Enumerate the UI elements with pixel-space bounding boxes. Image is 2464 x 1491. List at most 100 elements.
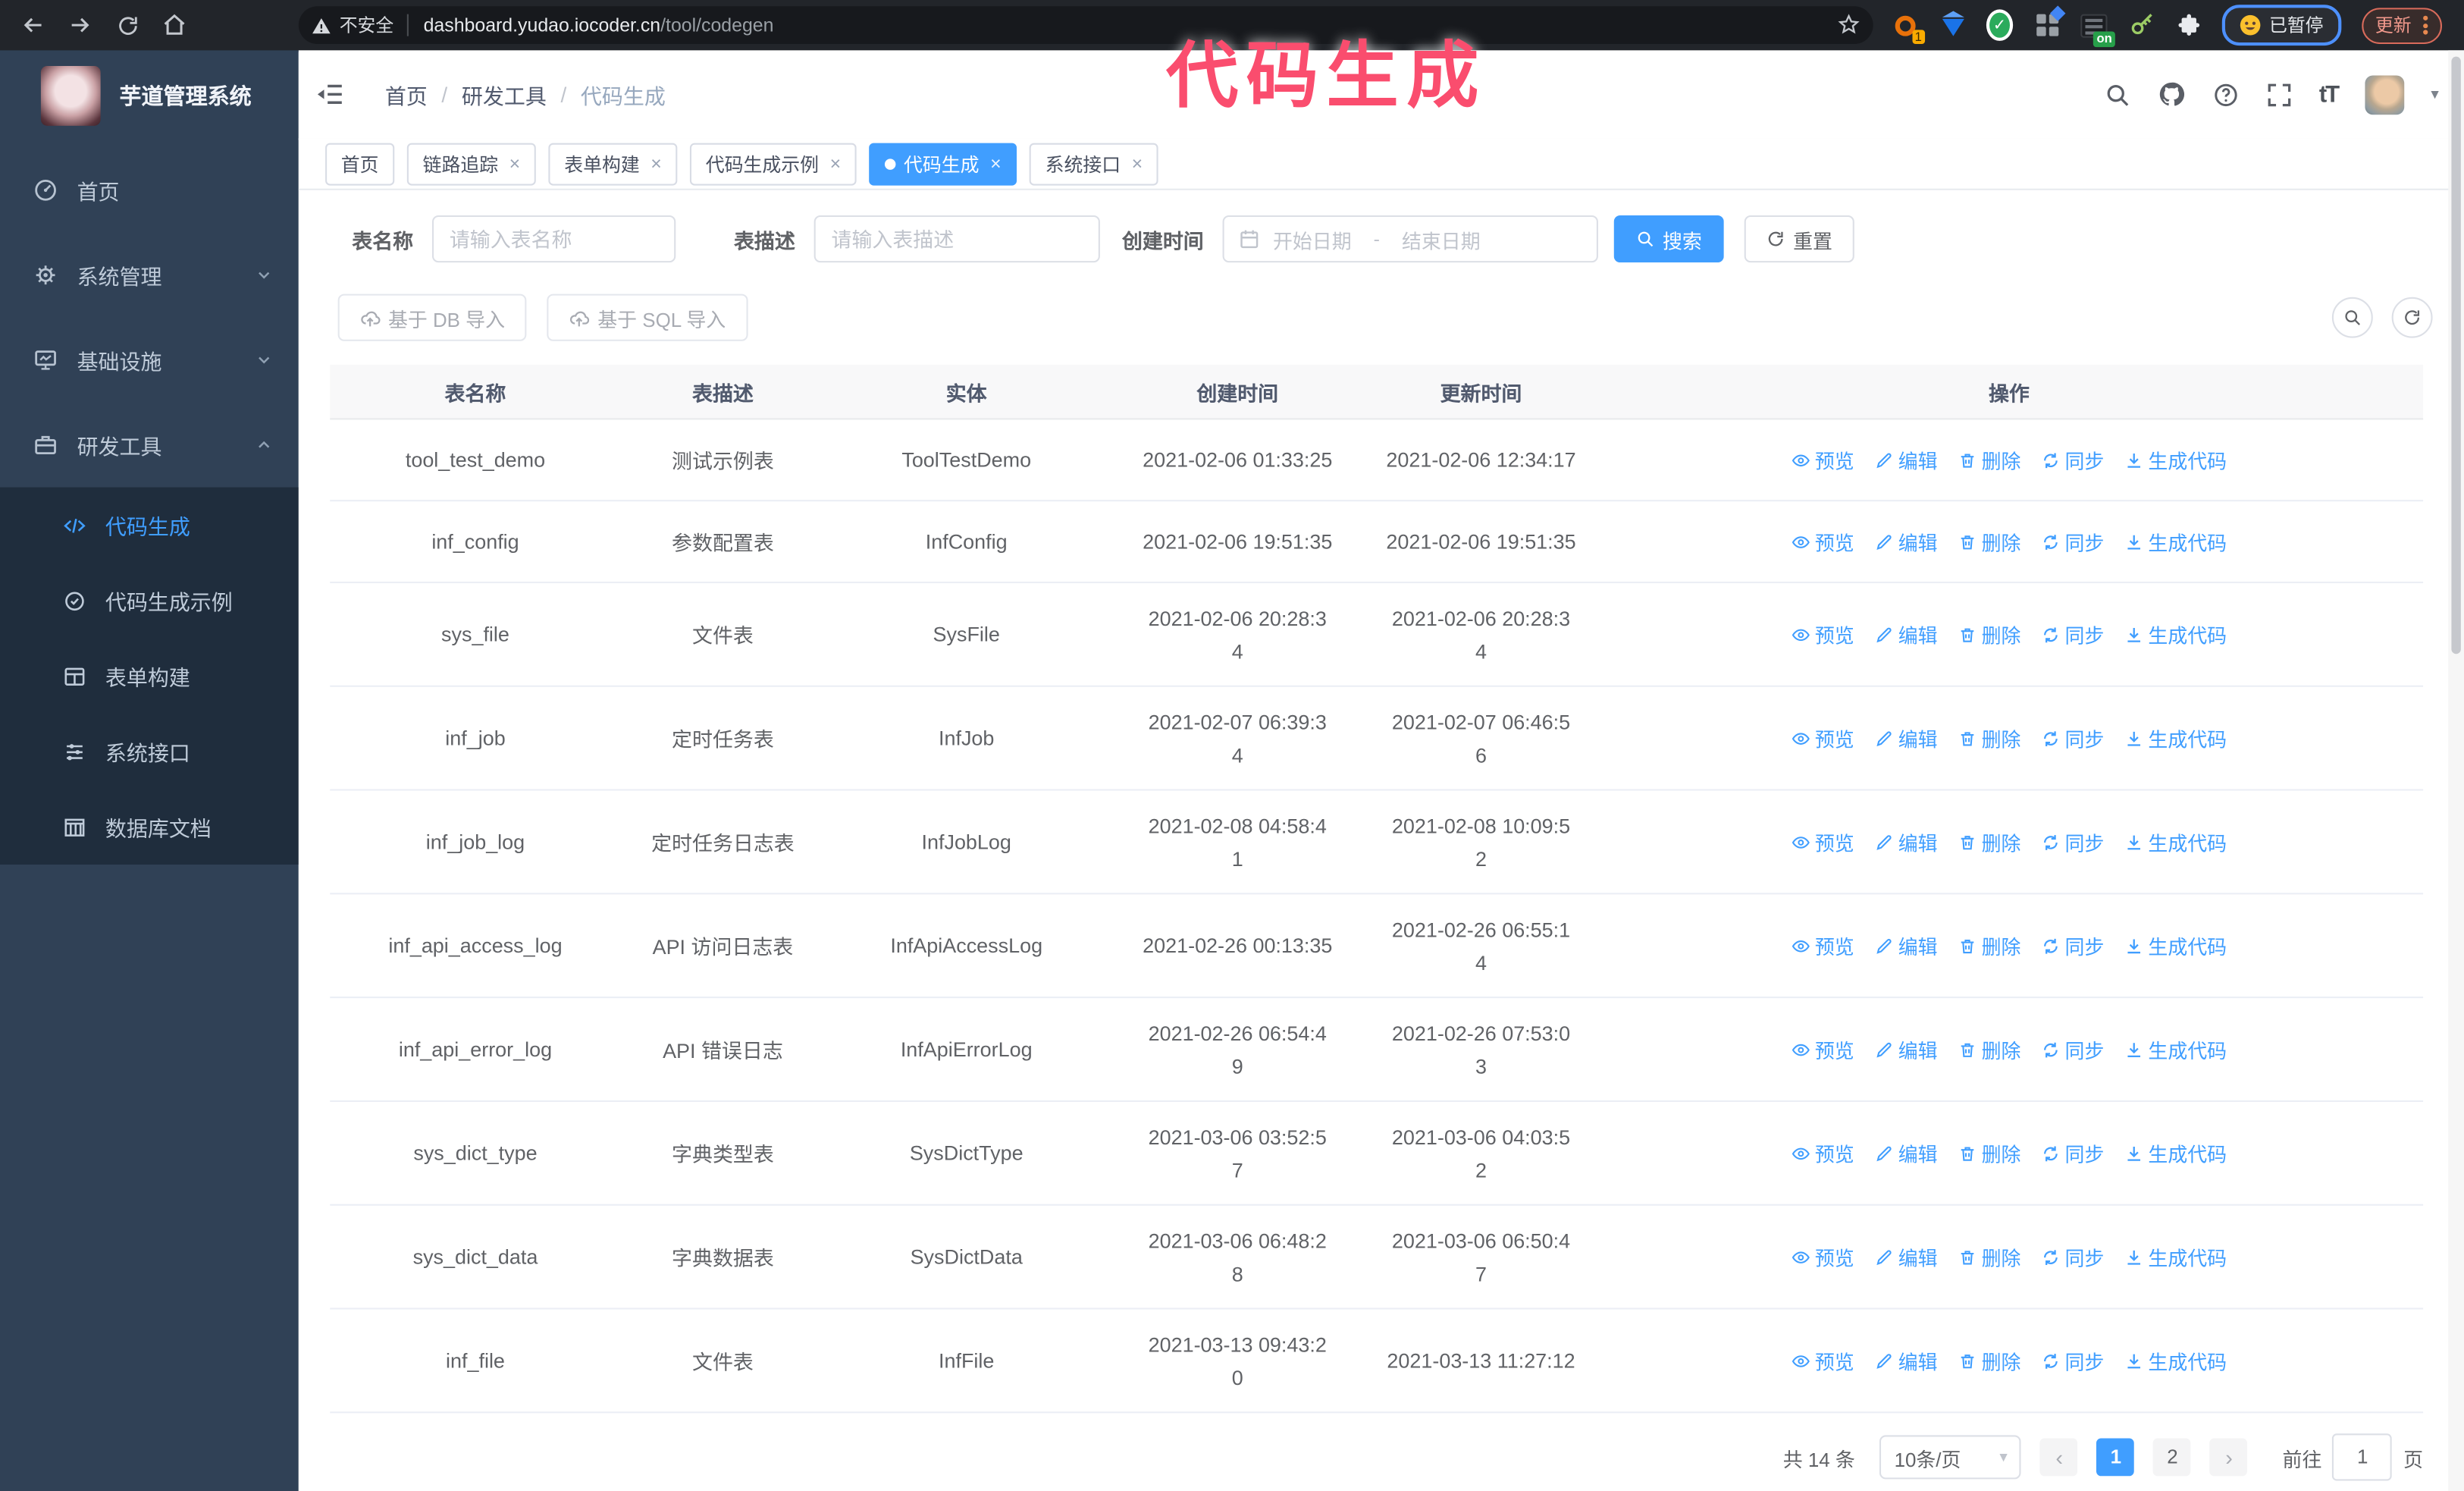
preview-link[interactable]: 预览 <box>1792 931 1854 960</box>
extensions-puzzle-icon[interactable] <box>2175 12 2202 39</box>
sidebar-item-code-generation-example[interactable]: 代码生成示例 <box>0 563 299 638</box>
search-icon[interactable] <box>2104 81 2130 108</box>
generate-code-link[interactable]: 生成代码 <box>2124 526 2227 556</box>
generate-code-link[interactable]: 生成代码 <box>2124 1345 2227 1375</box>
toggle-search-button[interactable] <box>2331 297 2373 338</box>
sync-link[interactable]: 同步 <box>2041 620 2104 649</box>
address-bar[interactable]: 不安全 dashboard.yudao.iocoder.cn/tool/code… <box>298 6 1873 45</box>
sidebar-item-infrastructure[interactable]: 基础设施 <box>0 318 299 403</box>
close-icon[interactable]: × <box>830 152 842 174</box>
delete-link[interactable]: 删除 <box>1958 723 2020 752</box>
generate-code-link[interactable]: 生成代码 <box>2124 931 2227 960</box>
close-icon[interactable]: × <box>990 152 1002 174</box>
sync-link[interactable]: 同步 <box>2041 931 2104 960</box>
table-desc-input[interactable] <box>813 215 1100 263</box>
extension-switch-icon[interactable]: on <box>2080 12 2115 47</box>
github-icon[interactable] <box>2157 80 2185 108</box>
delete-link[interactable]: 删除 <box>1958 445 2020 475</box>
sidebar-item-home[interactable]: 首页 <box>0 148 299 233</box>
preview-link[interactable]: 预览 <box>1792 445 1854 475</box>
preview-link[interactable]: 预览 <box>1792 1034 1854 1064</box>
generate-code-link[interactable]: 生成代码 <box>2124 1241 2227 1271</box>
edit-link[interactable]: 编辑 <box>1875 526 1938 556</box>
browser-menu-icon[interactable] <box>2422 14 2428 37</box>
extension-check-icon[interactable]: ✓ <box>1986 9 2014 41</box>
preview-link[interactable]: 预览 <box>1792 1241 1854 1271</box>
delete-link[interactable]: 删除 <box>1958 1138 2020 1168</box>
edit-link[interactable]: 编辑 <box>1875 827 1938 856</box>
font-size-icon[interactable]: tT <box>2319 81 2340 108</box>
search-button[interactable]: 搜索 <box>1613 215 1724 263</box>
browser-reload-button[interactable] <box>104 3 151 47</box>
preview-link[interactable]: 预览 <box>1792 827 1854 856</box>
tag-home[interactable]: 首页 <box>325 142 395 185</box>
extension-gem-icon[interactable] <box>1939 12 1966 39</box>
page-scrollbar[interactable] <box>2448 50 2464 1491</box>
browser-update-button[interactable]: 更新 <box>2361 7 2441 43</box>
close-icon[interactable]: × <box>1132 152 1143 174</box>
app-logo[interactable]: 芋道管理系统 <box>0 50 299 141</box>
sync-link[interactable]: 同步 <box>2041 1138 2104 1168</box>
browser-back-button[interactable] <box>9 3 56 47</box>
page-button-2[interactable]: 2 <box>2153 1438 2192 1477</box>
sync-link[interactable]: 同步 <box>2041 1241 2104 1271</box>
edit-link[interactable]: 编辑 <box>1875 445 1938 475</box>
edit-link[interactable]: 编辑 <box>1875 1345 1938 1375</box>
delete-link[interactable]: 删除 <box>1958 1241 2020 1271</box>
sidebar-item-code-generation[interactable]: 代码生成 <box>0 488 299 563</box>
edit-link[interactable]: 编辑 <box>1875 723 1938 752</box>
extension-key-icon[interactable] <box>2127 12 2154 39</box>
browser-forward-button[interactable] <box>57 3 104 47</box>
preview-link[interactable]: 预览 <box>1792 723 1854 752</box>
sidebar-item-system-api[interactable]: 系统接口 <box>0 714 299 789</box>
delete-link[interactable]: 删除 <box>1958 526 2020 556</box>
sync-link[interactable]: 同步 <box>2041 723 2104 752</box>
help-icon[interactable] <box>2212 81 2239 108</box>
close-icon[interactable]: × <box>650 152 662 174</box>
sidebar-collapse-icon[interactable] <box>316 80 344 108</box>
browser-home-button[interactable] <box>151 3 198 47</box>
sync-link[interactable]: 同步 <box>2041 827 2104 856</box>
generate-code-link[interactable]: 生成代码 <box>2124 1138 2227 1168</box>
scrollbar-thumb[interactable] <box>2451 56 2461 654</box>
date-range-picker[interactable]: 开始日期 - 结束日期 <box>1222 215 1599 263</box>
page-button-1[interactable]: 1 <box>2096 1438 2135 1477</box>
delete-link[interactable]: 删除 <box>1958 931 2020 960</box>
next-page-button[interactable]: › <box>2210 1438 2248 1477</box>
sync-link[interactable]: 同步 <box>2041 526 2104 556</box>
goto-page-input[interactable] <box>2332 1433 2393 1481</box>
profile-paused-chip[interactable]: 已暂停 <box>2221 5 2341 46</box>
generate-code-link[interactable]: 生成代码 <box>2124 827 2227 856</box>
table-name-input[interactable] <box>432 215 676 263</box>
extension-grid-icon[interactable] <box>2033 5 2066 39</box>
page-size-select[interactable]: 10条/页 ▾ <box>1879 1435 2022 1480</box>
delete-link[interactable]: 删除 <box>1958 620 2020 649</box>
import-sql-button[interactable]: 基于 SQL 导入 <box>547 293 748 341</box>
tag-tracing[interactable]: 链路追踪 × <box>406 142 536 185</box>
sidebar-item-system-management[interactable]: 系统管理 <box>0 233 299 318</box>
preview-link[interactable]: 预览 <box>1792 526 1854 556</box>
delete-link[interactable]: 删除 <box>1958 1345 2020 1375</box>
sidebar-item-form-builder[interactable]: 表单构建 <box>0 639 299 714</box>
close-icon[interactable]: × <box>509 152 521 174</box>
preview-link[interactable]: 预览 <box>1792 620 1854 649</box>
edit-link[interactable]: 编辑 <box>1875 620 1938 649</box>
breadcrumb-dev-tools[interactable]: 研发工具 <box>462 79 547 110</box>
sync-link[interactable]: 同步 <box>2041 1034 2104 1064</box>
tag-codegen-example[interactable]: 代码生成示例 × <box>690 142 857 185</box>
tag-form-builder[interactable]: 表单构建 × <box>548 142 678 185</box>
user-menu-caret-icon[interactable]: ▾ <box>2431 86 2438 103</box>
generate-code-link[interactable]: 生成代码 <box>2124 620 2227 649</box>
sync-link[interactable]: 同步 <box>2041 1345 2104 1375</box>
breadcrumb-home[interactable]: 首页 <box>385 79 428 110</box>
generate-code-link[interactable]: 生成代码 <box>2124 1034 2227 1064</box>
bookmark-star-icon[interactable] <box>1837 11 1861 39</box>
refresh-table-button[interactable] <box>2391 297 2433 338</box>
sidebar-item-dev-tools[interactable]: 研发工具 <box>0 403 299 488</box>
fullscreen-icon[interactable] <box>2265 81 2292 108</box>
edit-link[interactable]: 编辑 <box>1875 1034 1938 1064</box>
extension-donut-icon[interactable]: 1 <box>1892 12 1926 43</box>
edit-link[interactable]: 编辑 <box>1875 1241 1938 1271</box>
delete-link[interactable]: 删除 <box>1958 1034 2020 1064</box>
generate-code-link[interactable]: 生成代码 <box>2124 723 2227 752</box>
